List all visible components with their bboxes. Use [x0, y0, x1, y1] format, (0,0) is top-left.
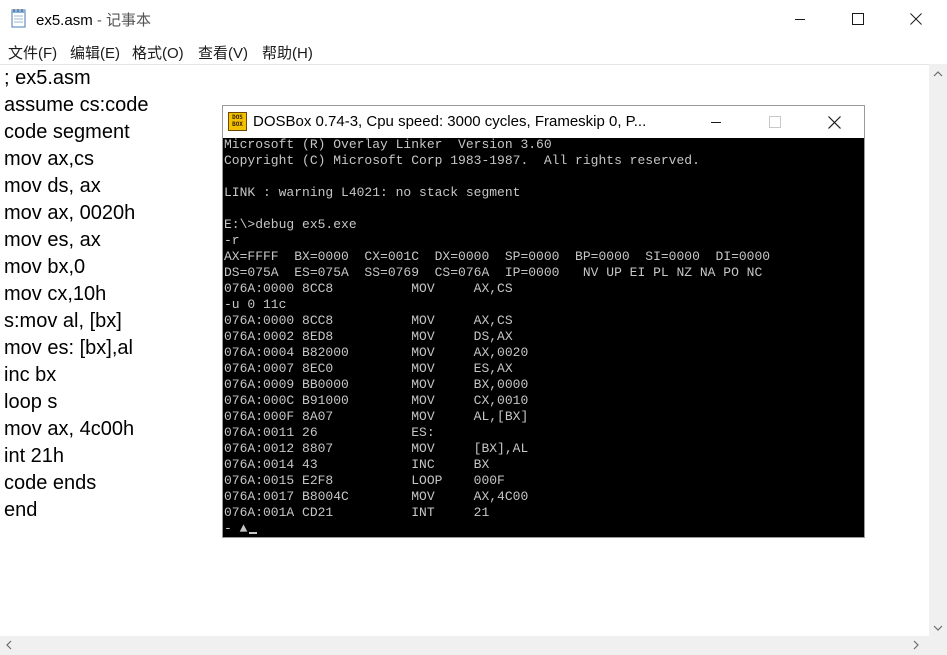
code-lines: ; ex5.asm assume cs:code code segment mo…	[4, 65, 149, 524]
close-icon	[910, 13, 922, 25]
scroll-down-icon[interactable]	[933, 622, 943, 634]
code-line: mov es: [bx],al	[4, 337, 133, 359]
code-line: end	[4, 499, 38, 521]
close-button[interactable]	[887, 0, 945, 38]
dosbox-close-button[interactable]	[804, 106, 864, 138]
code-line: mov ds, ax	[4, 175, 101, 197]
vertical-scrollbar[interactable]	[929, 64, 947, 636]
console-line: 076A:0002 8ED8 MOV DS,AX	[224, 329, 513, 344]
scrollbar-corner	[929, 636, 947, 655]
minimize-icon	[795, 19, 805, 20]
menu-format[interactable]: 格式(O)	[132, 42, 184, 63]
dosbox-maximize-button[interactable]	[745, 106, 805, 138]
dosbox-window[interactable]: DOS BOX DOSBox 0.74-3, Cpu speed: 3000 c…	[222, 105, 865, 538]
window-title: ex5.asm - 记事本	[36, 9, 151, 30]
file-name: ex5.asm	[36, 12, 93, 29]
scroll-left-icon[interactable]	[5, 640, 13, 652]
code-line: ; ex5.asm	[4, 67, 91, 89]
console-line: 076A:0012 8807 MOV [BX],AL	[224, 441, 529, 456]
app-name: - 记事本	[92, 12, 152, 29]
console-output: Microsoft (R) Overlay Linker Version 3.6…	[224, 138, 770, 521]
code-line: mov ax, 0020h	[4, 202, 136, 224]
horizontal-scrollbar[interactable]	[0, 636, 929, 655]
minimize-icon	[711, 122, 721, 123]
scroll-right-icon[interactable]	[912, 640, 920, 652]
logo-text-bottom: BOX	[232, 121, 243, 128]
maximize-button[interactable]	[829, 0, 887, 38]
menu-file[interactable]: 文件(F)	[8, 42, 57, 63]
menu-view[interactable]: 查看(V)	[198, 42, 248, 63]
console-line: 076A:0009 BB0000 MOV BX,0000	[224, 377, 529, 392]
code-line: loop s	[4, 391, 58, 413]
dosbox-minimize-button[interactable]	[686, 106, 746, 138]
dosbox-title: DOSBox 0.74-3, Cpu speed: 3000 cycles, F…	[253, 113, 647, 130]
console-prompt-line[interactable]: - ▲	[224, 521, 258, 537]
console-line: Microsoft (R) Overlay Linker Version 3.6…	[224, 138, 552, 152]
code-line: mov ax,cs	[4, 148, 95, 170]
console-line: Copyright (C) Microsoft Corp 1983-1987. …	[224, 153, 700, 168]
dosbox-titlebar[interactable]: DOS BOX DOSBox 0.74-3, Cpu speed: 3000 c…	[223, 106, 864, 138]
console-line: DS=075A ES=075A SS=0769 CS=076A IP=0000 …	[224, 265, 763, 280]
console-line: -u 0 11c	[224, 297, 287, 312]
code-line: inc bx	[4, 364, 57, 386]
console-line: 076A:0014 43 INC BX	[224, 457, 490, 472]
maximize-icon	[769, 116, 781, 128]
logo-text-top: DOS	[232, 114, 243, 121]
console-prompt: - ▲	[224, 521, 248, 536]
code-line: s:mov al, [bx]	[4, 310, 122, 332]
cursor-caret	[249, 532, 258, 534]
console-line: LINK : warning L4021: no stack segment	[224, 185, 521, 200]
console-line: 076A:0015 E2F8 LOOP 000F	[224, 473, 505, 488]
console-line: 076A:000C B91000 MOV CX,0010	[224, 393, 529, 408]
console-line: 076A:0011 26 ES:	[224, 425, 435, 440]
scroll-up-icon[interactable]	[933, 68, 943, 80]
code-line: int 21h	[4, 445, 65, 467]
console-line: 076A:000F 8A07 MOV AL,[BX]	[224, 409, 529, 424]
console-line: 076A:0017 B8004C MOV AX,4C00	[224, 489, 529, 504]
console-line: 076A:001A CD21 INT 21	[224, 505, 490, 520]
code-line: mov ax, 4c00h	[4, 418, 135, 440]
notepad-icon	[10, 8, 28, 28]
code-line: assume cs:code	[4, 94, 149, 116]
code-line: code segment	[4, 121, 130, 143]
menu-edit[interactable]: 编辑(E)	[70, 42, 120, 63]
console-line: -r	[224, 233, 240, 248]
code-line: code ends	[4, 472, 97, 494]
code-line: mov bx,0	[4, 256, 86, 278]
console-line: AX=FFFF BX=0000 CX=001C DX=0000 SP=0000 …	[224, 249, 771, 264]
menu-help[interactable]: 帮助(H)	[262, 42, 313, 63]
notepad-titlebar[interactable]: ex5.asm - 记事本	[0, 0, 947, 38]
console-line: 076A:0000 8CC8 MOV AX,CS	[224, 313, 513, 328]
dosbox-logo-icon: DOS BOX	[228, 112, 247, 131]
code-line: mov es, ax	[4, 229, 101, 251]
menu-bar: 文件(F) 编辑(E) 格式(O) 查看(V) 帮助(H)	[0, 38, 947, 64]
console-line: 076A:0000 8CC8 MOV AX,CS	[224, 281, 513, 296]
console-line: 076A:0007 8EC0 MOV ES,AX	[224, 361, 513, 376]
dos-console[interactable]: Microsoft (R) Overlay Linker Version 3.6…	[223, 138, 864, 537]
console-line: E:\>debug ex5.exe	[224, 217, 357, 232]
console-line: 076A:0004 B82000 MOV AX,0020	[224, 345, 529, 360]
close-icon	[827, 115, 841, 129]
code-line: mov cx,10h	[4, 283, 107, 305]
maximize-icon	[852, 13, 864, 25]
minimize-button[interactable]	[771, 0, 829, 38]
